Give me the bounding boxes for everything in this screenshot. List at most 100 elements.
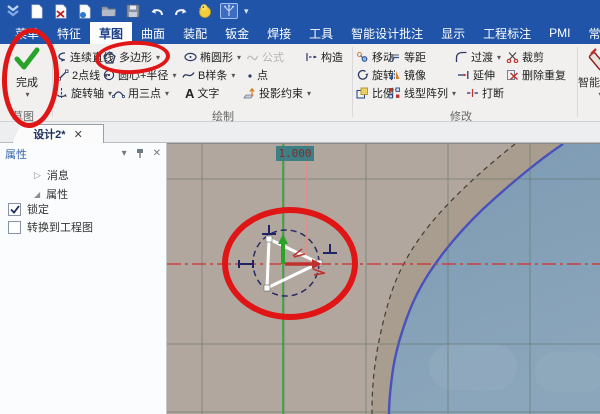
construction-icon <box>306 53 317 61</box>
point-icon <box>248 74 252 78</box>
menu-tab-caidan[interactable]: 菜单 <box>6 22 48 44</box>
panel-header: 属性 ▾ ✕ <box>0 145 166 162</box>
tool-ellipse[interactable]: 椭圆形 ▾ <box>184 49 241 65</box>
rotate-icon <box>357 69 369 80</box>
undo-icon[interactable] <box>148 3 166 19</box>
scale-icon <box>356 87 368 99</box>
close-icon[interactable]: ✕ <box>74 128 83 141</box>
break-icon <box>467 89 478 97</box>
tool-break[interactable]: 打断 <box>466 85 504 101</box>
menu-tab-tezheng[interactable]: 特征 <box>48 22 90 44</box>
menu-tab-pmi[interactable]: PMI <box>540 22 579 44</box>
close-icon[interactable]: ✕ <box>153 148 161 159</box>
tree-item-message[interactable]: ▷ 消息 <box>34 168 69 183</box>
tool-mirror[interactable]: 镜像 <box>388 67 426 83</box>
tool-construction[interactable]: 构造 <box>305 49 343 65</box>
tool-rotation-axis[interactable]: 旋转轴 ▾ <box>55 85 112 101</box>
menu-tab-xianshi[interactable]: 显示 <box>432 22 474 44</box>
menu-tab-caotu-active[interactable]: 草图 <box>90 22 133 44</box>
toolbar-overflow-icon[interactable]: ▾ <box>244 6 249 17</box>
menu-tab-qumian[interactable]: 曲面 <box>132 22 174 44</box>
tool-projection-constraint[interactable]: 投影约束 ▾ <box>242 85 311 101</box>
tree-item-properties[interactable]: ◢ 属性 <box>34 187 68 201</box>
tool-linear-pattern[interactable]: 线型阵列 ▾ <box>388 85 456 101</box>
menu-tab-banjin[interactable]: 钣金 <box>216 22 258 44</box>
two-point-line-icon <box>57 69 69 81</box>
text-icon: A <box>185 85 195 101</box>
new-file-icon[interactable] <box>28 3 46 19</box>
bspline-icon <box>182 72 195 78</box>
smart-dimension-button[interactable]: 智能标注 ▾ <box>578 46 600 110</box>
chick-icon[interactable] <box>196 3 214 19</box>
expander-collapsed-icon[interactable]: ▷ <box>34 170 41 181</box>
rotation-axis-icon <box>56 88 67 98</box>
smart-dimension-icon <box>588 48 600 71</box>
option-convert-to-drawing[interactable]: 转换到工程图 <box>8 220 93 234</box>
app-window: ▾ 菜单 特征 草图 曲面 装配 钣金 焊接 工具 智能设计批注 显示 工程标注… <box>0 0 600 414</box>
menu-tab-changyong[interactable]: 常用 <box>580 22 600 44</box>
spray-icon[interactable] <box>220 3 238 19</box>
tool-formula: 公式 <box>246 49 284 65</box>
tool-bspline[interactable]: B样条 ▾ <box>182 67 235 83</box>
tool-circle-center-radius[interactable]: 圆心+半径 ▾ <box>103 67 176 83</box>
extend-icon <box>458 71 469 79</box>
smudge-mark <box>429 344 517 390</box>
tool-offset[interactable]: 等距 <box>388 49 426 65</box>
dropdown-caret-icon: ▾ <box>497 52 502 62</box>
expander-expanded-icon[interactable]: ◢ <box>34 190 40 199</box>
tool-fillet[interactable]: 过渡 ▾ <box>455 49 501 65</box>
document-tab-bar: 设计2* ✕ <box>0 122 600 143</box>
panel-title: 属性 <box>5 148 27 161</box>
checkbox-checked[interactable] <box>8 202 21 216</box>
tool-point[interactable]: 点 <box>246 67 268 83</box>
menu-tab-gongcheng-biaozhu[interactable]: 工程标注 <box>474 22 540 44</box>
menu-tab-zhuangpei[interactable]: 装配 <box>174 22 216 44</box>
dropdown-caret-icon: ▾ <box>307 88 312 98</box>
ribbon: 完成 ▾ 草图 连续直线 多边形 ▾ 椭圆形 ▾ 公式 构造 2点线 ▾ 圆心+… <box>0 44 600 123</box>
checkbox-unchecked[interactable] <box>8 220 21 234</box>
menu-tab-gongju[interactable]: 工具 <box>300 22 342 44</box>
trim-scissors-icon <box>506 52 519 63</box>
menu-tab-bar: 菜单 特征 草图 曲面 装配 钣金 焊接 工具 智能设计批注 显示 工程标注 P… <box>0 22 600 44</box>
close-file-icon[interactable] <box>52 3 70 19</box>
tool-three-point-arc[interactable]: 用三点 ▾ <box>112 85 169 101</box>
polygon-icon <box>103 50 116 64</box>
dropdown-caret-icon: ▾ <box>172 70 177 80</box>
projection-constraint-icon <box>243 87 255 98</box>
mirror-icon <box>389 70 400 80</box>
open-folder-icon[interactable] <box>100 3 118 19</box>
delete-duplicate-icon <box>507 70 519 81</box>
menu-tab-hanjie[interactable]: 焊接 <box>258 22 300 44</box>
titlebar: ▾ <box>0 0 600 22</box>
menu-tab-zhineng-sheji-pizhu[interactable]: 智能设计批注 <box>342 22 432 44</box>
dropdown-caret-icon: ▾ <box>156 52 161 62</box>
export-file-icon[interactable] <box>76 3 94 19</box>
dimension-value-box[interactable]: 1.000 <box>276 146 314 161</box>
pin-icon[interactable] <box>136 148 144 159</box>
document-tab[interactable]: 设计2* ✕ <box>12 124 104 143</box>
continuous-line-icon <box>58 52 66 62</box>
ellipse-icon <box>184 52 197 62</box>
redo-icon[interactable] <box>172 3 190 19</box>
tool-extend[interactable]: 延伸 <box>457 67 495 83</box>
tool-delete-duplicate[interactable]: 删除重复 <box>506 67 566 83</box>
group-separator <box>52 47 53 117</box>
properties-panel: 属性 ▾ ✕ ▷ 消息 ◢ 属性 锁定 转换到工程图 <box>0 143 167 414</box>
dropdown-caret-icon: ▾ <box>165 88 170 98</box>
option-lock[interactable]: 锁定 <box>8 202 49 216</box>
sketch-viewport <box>167 144 600 414</box>
circle-center-radius-icon <box>103 69 115 81</box>
formula-icon <box>246 55 259 61</box>
three-point-arc-icon <box>112 91 125 99</box>
save-icon[interactable] <box>124 3 142 19</box>
chevron-down-icon[interactable]: ▾ <box>122 148 127 159</box>
tool-polygon[interactable]: 多边形 ▾ <box>103 49 160 65</box>
dropdown-caret-icon: ▾ <box>25 90 30 99</box>
tool-trim[interactable]: 裁剪 <box>506 49 544 65</box>
tool-text[interactable]: A 文字 <box>185 85 219 101</box>
finish-button[interactable]: 完成 ▾ <box>4 46 50 108</box>
tool-two-point-line[interactable]: 2点线 ▾ <box>57 67 108 83</box>
smudge-mark <box>535 352 600 392</box>
dropdown-caret-icon: ▾ <box>452 88 457 98</box>
sketch-canvas[interactable]: 1.000 <box>167 143 600 414</box>
